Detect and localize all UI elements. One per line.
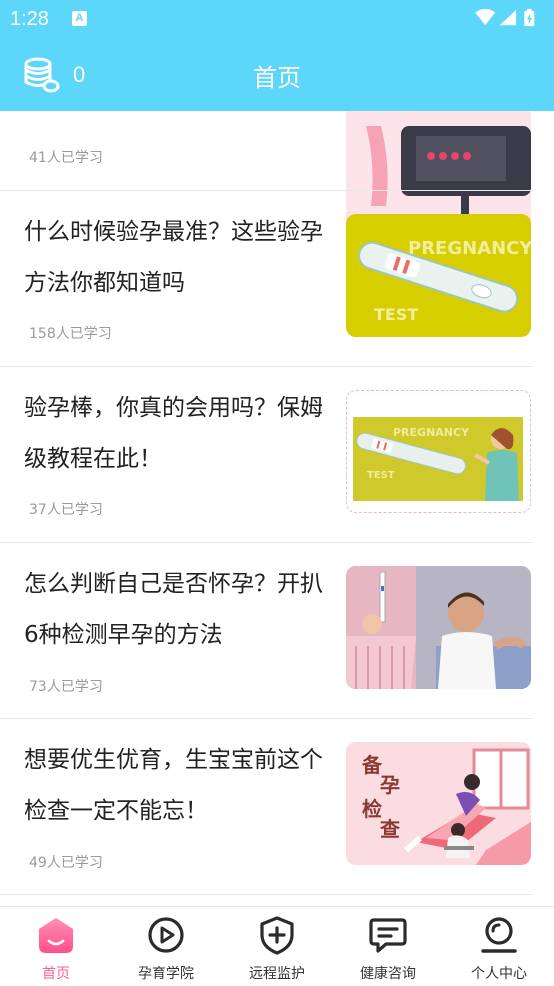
thumb-text: PREGNANCY (408, 238, 531, 259)
home-icon (39, 918, 73, 953)
article-title[interactable]: 怎么判断自己是否怀孕？开扒6种检测早孕的方法 (24, 559, 326, 661)
play-circle-icon (148, 917, 184, 953)
tab-academy[interactable]: 孕育学院 (111, 907, 221, 986)
list-item[interactable]: 怎么判断自己是否怀孕？开扒6种检测早孕的方法 73人已学习 (0, 543, 554, 719)
learn-count: 158人已学习 (29, 326, 112, 342)
tab-label: 远程监护 (249, 966, 305, 982)
thumb-text: PREGNANCY (393, 426, 470, 439)
learn-count: 49人已学习 (29, 855, 103, 871)
article-thumbnail[interactable]: 备 孕 检 查 (346, 742, 531, 865)
learn-count: 73人已学习 (29, 679, 103, 695)
chat-icon (369, 918, 407, 953)
tab-health-consult[interactable]: 健康咨询 (333, 907, 443, 986)
tab-remote-monitoring[interactable]: 远程监护 (222, 907, 332, 986)
couple-test-photo-image (346, 566, 531, 689)
tab-label: 个人中心 (471, 966, 527, 982)
tab-profile[interactable]: 个人中心 (444, 907, 554, 986)
thumb-text: TEST (367, 470, 395, 481)
list-item[interactable]: 41人已学习 (0, 111, 554, 229)
article-thumbnail[interactable] (346, 566, 531, 689)
learn-count: 41人已学习 (29, 150, 103, 166)
article-title[interactable]: 想要优生优育，生宝宝前这个检查一定不能忘！ (24, 735, 326, 837)
cell-signal-icon (499, 9, 517, 26)
thumb-text: 孕 (380, 773, 400, 797)
thumb-text: TEST (374, 305, 418, 324)
article-feed[interactable]: 41人已学习 什么时候验孕最准？这些验孕方法你都知道吗 158人已学习 PREG… (0, 111, 554, 906)
pregnancy-test-yellow-image: PREGNANCY TEST (346, 214, 531, 337)
divider (0, 894, 532, 895)
article-title[interactable]: 验孕棒，你真的会用吗？保姆级教程在此！ (24, 383, 326, 485)
thumb-text: 查 (380, 817, 400, 841)
profile-icon (481, 917, 517, 953)
status-bar: 1:28 A (0, 0, 554, 36)
notification-app-icon: A (72, 11, 87, 26)
article-title[interactable]: 什么时候验孕最准？这些验孕方法你都知道吗 (24, 207, 326, 309)
list-item[interactable]: 想要优生优育，生宝宝前这个检查一定不能忘！ 49人已学习 备 孕 检 查 (0, 719, 554, 895)
thumb-text: 检 (362, 797, 382, 821)
tab-label: 健康咨询 (360, 966, 416, 982)
wifi-icon (475, 8, 496, 26)
status-icons (475, 8, 535, 27)
list-item[interactable]: 什么时候验孕最准？这些验孕方法你都知道吗 158人已学习 PREGNANCY T… (0, 191, 554, 367)
app-bar: 0 首页 (0, 36, 554, 111)
pregnancy-test-woman-image: PREGNANCY TEST (353, 417, 523, 501)
page-title: 首页 (253, 64, 301, 92)
tab-home[interactable]: 首页 (1, 907, 111, 986)
shield-plus-icon (260, 916, 294, 955)
article-thumbnail[interactable]: PREGNANCY TEST (346, 390, 531, 513)
bottom-navigation: 首页 孕育学院 远程监护 健康咨询 个人中心 (0, 906, 554, 986)
status-time: 1:28 (10, 8, 49, 30)
learn-count: 37人已学习 (29, 502, 103, 518)
tab-label: 孕育学院 (138, 966, 194, 982)
top-bar: 1:28 A 0 首页 (0, 0, 554, 111)
list-item[interactable]: 验孕棒，你真的会用吗？保姆级教程在此！ 37人已学习 PREGNANCY TES… (0, 367, 554, 543)
pre-pregnancy-check-image: 备 孕 检 查 (346, 742, 531, 865)
tab-label: 首页 (42, 966, 70, 982)
article-thumbnail[interactable]: PREGNANCY TEST (346, 214, 531, 337)
